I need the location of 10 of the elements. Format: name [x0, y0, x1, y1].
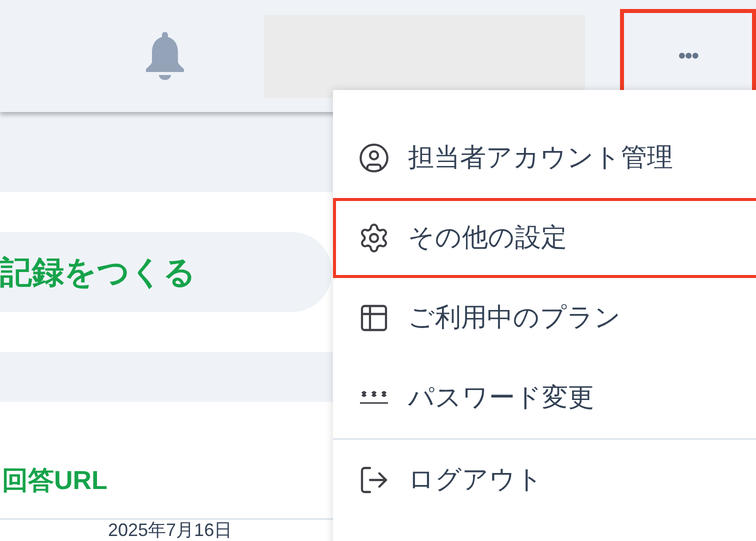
menu-item[interactable]: その他の設定: [333, 198, 756, 278]
logout-icon: [358, 464, 390, 496]
menu-item[interactable]: 担当者アカウント管理: [333, 118, 756, 198]
date-text: 2025年7月16日: [108, 520, 232, 540]
menu-item[interactable]: パスワード変更: [333, 358, 756, 438]
user-icon: [358, 142, 390, 174]
menu-item[interactable]: ログアウト: [333, 440, 756, 520]
settings-icon: [358, 222, 390, 254]
table-icon: [358, 302, 390, 334]
menu-item[interactable]: ご利用中のプラン: [333, 278, 756, 358]
